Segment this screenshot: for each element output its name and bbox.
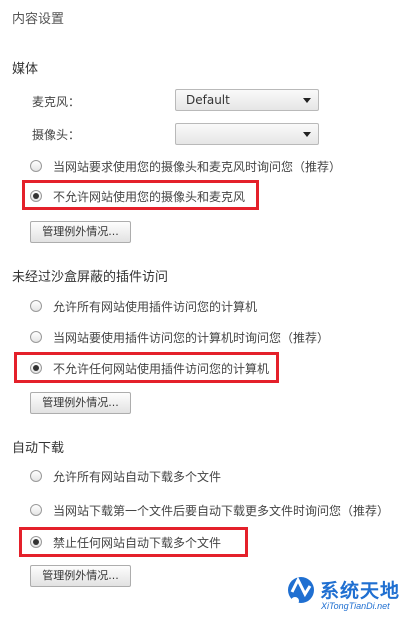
radio-button[interactable]: [30, 504, 42, 516]
downloads-option-allow[interactable]: 允许所有网站自动下载多个文件: [30, 467, 221, 485]
plugins-option-allow[interactable]: 允许所有网站使用插件访问您的计算机: [30, 297, 257, 315]
media-option-ask[interactable]: 当网站要求使用您的摄像头和麦克风时询问您（推荐）: [30, 157, 341, 175]
radio-button[interactable]: [30, 331, 42, 343]
camera-label: 摄像头：: [32, 128, 81, 142]
media-option-ask-label: 当网站要求使用您的摄像头和麦克风时询问您（推荐）: [53, 159, 342, 174]
highlight-box: [14, 352, 279, 383]
downloads-option-ask[interactable]: 当网站下载第一个文件后要自动下载更多文件时询问您（推荐）: [30, 501, 389, 519]
radio-button[interactable]: [30, 300, 42, 312]
camera-select[interactable]: [175, 123, 319, 145]
downloads-manage-exceptions-button[interactable]: 管理例外情况...: [30, 565, 131, 587]
chevron-down-icon: [303, 132, 311, 137]
mic-select[interactable]: Default: [175, 89, 319, 111]
highlight-box: [19, 527, 248, 557]
page-title: 内容设置: [12, 12, 65, 27]
downloads-heading: 自动下载: [12, 441, 65, 456]
media-heading: 媒体: [12, 62, 39, 77]
highlight-box: [22, 180, 259, 210]
radio-button[interactable]: [30, 160, 42, 172]
downloads-option-ask-label: 当网站下载第一个文件后要自动下载更多文件时询问您（推荐）: [53, 503, 390, 518]
plugins-heading: 未经过沙盒屏蔽的插件访问: [12, 270, 169, 285]
watermark-logo: 系统天地 XiTongTianDi.net: [283, 570, 404, 615]
plugins-option-ask[interactable]: 当网站要使用插件访问您的计算机时询问您（推荐）: [30, 328, 329, 346]
watermark-name: 系统天地: [320, 580, 401, 602]
downloads-option-allow-label: 允许所有网站自动下载多个文件: [53, 469, 222, 484]
mic-select-value: Default: [186, 93, 230, 107]
mic-label: 麦克风：: [32, 95, 81, 109]
plugins-manage-exceptions-button[interactable]: 管理例外情况...: [30, 392, 131, 414]
plugins-option-ask-label: 当网站要使用插件访问您的计算机时询问您（推荐）: [53, 330, 330, 345]
watermark-url: XiTongTianDi.net: [321, 601, 390, 611]
plugins-option-allow-label: 允许所有网站使用插件访问您的计算机: [53, 299, 258, 314]
media-manage-exceptions-button[interactable]: 管理例外情况...: [30, 221, 131, 243]
radio-button[interactable]: [30, 470, 42, 482]
chevron-down-icon: [303, 98, 311, 103]
